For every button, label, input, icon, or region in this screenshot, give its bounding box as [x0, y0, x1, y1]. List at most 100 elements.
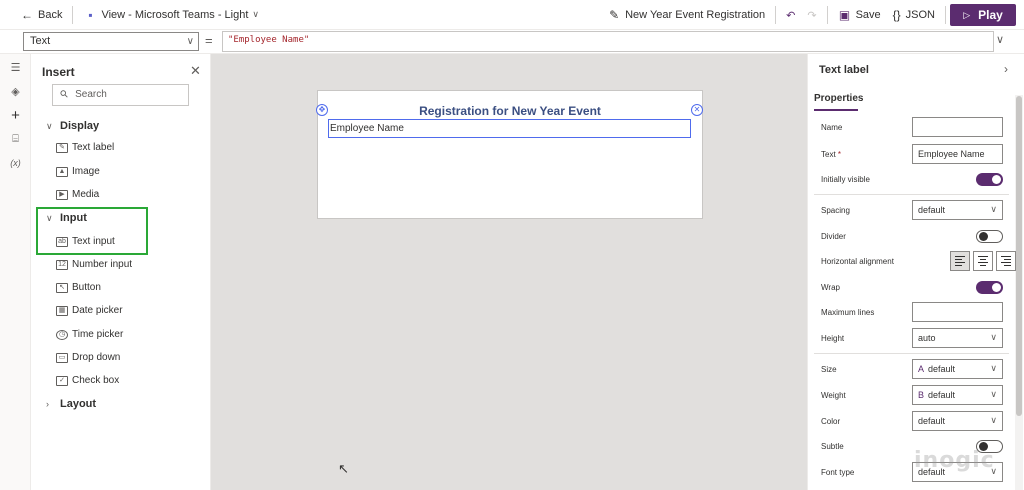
- redo-button[interactable]: ↷: [801, 0, 822, 30]
- color-dropdown[interactable]: default ∨: [912, 411, 1003, 431]
- font-size-icon: A: [918, 364, 925, 374]
- scrollbar-thumb[interactable]: [1016, 96, 1022, 416]
- insert-item-button[interactable]: ↖ Button: [56, 282, 101, 293]
- size-dropdown[interactable]: Adefault ∨: [912, 359, 1003, 379]
- category-layout[interactable]: › Layout: [46, 398, 96, 410]
- height-dropdown[interactable]: auto ∨: [912, 328, 1003, 348]
- insert-item-label: Drop down: [72, 352, 121, 363]
- props-title: Text label: [819, 64, 869, 76]
- spacing-dropdown[interactable]: default ∨: [912, 200, 1003, 220]
- insert-item-label: Check box: [72, 375, 120, 386]
- card-screen[interactable]: Registration for New Year Event Employee…: [317, 90, 703, 219]
- media-icon: ▶: [56, 189, 68, 200]
- category-display[interactable]: ∨ Display: [46, 120, 99, 132]
- prop-row-color: Color default ∨: [821, 411, 1003, 431]
- image-icon: ▲: [56, 166, 68, 177]
- properties-pane: Text label › Properties Name Text * Empl…: [807, 54, 1024, 490]
- data-cylinder-icon[interactable]: ⌸: [0, 127, 31, 151]
- selected-text-label[interactable]: Employee Name: [328, 119, 691, 138]
- close-icon[interactable]: ✕: [190, 63, 201, 79]
- view-theme-label: View - Microsoft Teams - Light: [101, 8, 249, 21]
- json-label: JSON: [905, 9, 935, 21]
- arrow-left-icon: ←: [21, 7, 33, 22]
- required-marker: *: [837, 149, 842, 159]
- insert-pane: Insert ✕ ⚲ Search ∨ Display ✎ Text label…: [31, 54, 211, 490]
- layers-icon[interactable]: ◈: [0, 79, 31, 103]
- name-field[interactable]: [912, 117, 1003, 137]
- scrollbar[interactable]: [1015, 95, 1023, 490]
- menu-icon[interactable]: ☰: [0, 55, 31, 79]
- prop-row-weight: Weight Bdefault ∨: [821, 385, 1003, 405]
- prop-label: Height: [821, 333, 845, 343]
- insert-item-label: Number input: [72, 259, 133, 270]
- category-input[interactable]: ∨ Input: [46, 212, 87, 224]
- insert-item-image[interactable]: ▲ Image: [56, 166, 100, 177]
- color-value: default: [918, 416, 946, 426]
- toolbar-divider: [945, 6, 946, 24]
- redo-icon: ↷: [807, 9, 817, 22]
- insert-item-label: Text label: [72, 142, 115, 153]
- save-button[interactable]: ▣ Save: [832, 0, 887, 30]
- prop-row-divider: Divider: [821, 226, 1003, 246]
- prop-label: Name: [821, 122, 843, 132]
- text-label: Text: [821, 149, 836, 159]
- divider-toggle[interactable]: [976, 230, 1003, 243]
- prop-label: Font type: [821, 467, 855, 477]
- back-button[interactable]: ← Back: [14, 0, 68, 30]
- prop-row-name: Name: [821, 117, 1003, 137]
- prop-label: Wrap: [821, 282, 840, 292]
- card-title[interactable]: Registration for New Year Event: [318, 104, 702, 118]
- prop-label: Size: [821, 364, 837, 374]
- top-bar: ← Back ▪ View - Microsoft Teams - Light …: [0, 0, 1024, 30]
- formula-bar: Text ∨ = "Employee Name" ∨: [0, 30, 1024, 54]
- view-theme-dropdown[interactable]: ▪ View - Microsoft Teams - Light ∨: [77, 0, 265, 30]
- text-input-icon: ab: [56, 236, 68, 247]
- search-input[interactable]: ⚲ Search: [52, 84, 189, 106]
- json-button[interactable]: {} JSON: [887, 0, 941, 30]
- play-icon: ▷: [963, 9, 971, 20]
- insert-item-time-picker[interactable]: ◷ Time picker: [56, 329, 123, 340]
- prop-row-text: Text * Employee Name: [821, 144, 1003, 164]
- property-value: Text: [30, 35, 51, 47]
- align-center-button[interactable]: [973, 251, 993, 271]
- design-canvas[interactable]: Registration for New Year Event Employee…: [211, 54, 807, 490]
- search-placeholder: Search: [75, 89, 107, 100]
- insert-item-text-label[interactable]: ✎ Text label: [56, 142, 114, 153]
- category-label: Layout: [60, 398, 97, 410]
- remove-handle-icon[interactable]: ✕: [691, 104, 703, 116]
- save-icon: ▣: [838, 8, 851, 22]
- chevron-down-icon: ∨: [990, 415, 997, 425]
- play-button[interactable]: ▷ Play: [950, 4, 1016, 26]
- variables-icon[interactable]: (x): [0, 151, 31, 175]
- prop-label: Divider: [821, 231, 846, 241]
- maxlines-field[interactable]: [912, 302, 1003, 322]
- visible-toggle[interactable]: [976, 173, 1003, 186]
- move-handle-icon[interactable]: ✥: [316, 104, 328, 116]
- property-dropdown[interactable]: Text ∨: [23, 32, 199, 51]
- chevron-right-icon[interactable]: ›: [1004, 62, 1008, 76]
- insert-item-check-box[interactable]: ✓ Check box: [56, 375, 119, 386]
- expand-formula-icon[interactable]: ∨: [996, 33, 1004, 46]
- insert-item-number-input[interactable]: 12 Number input: [56, 259, 132, 270]
- wrap-toggle[interactable]: [976, 281, 1003, 294]
- insert-item-media[interactable]: ▶ Media: [56, 189, 99, 200]
- insert-item-date-picker[interactable]: ▦ Date picker: [56, 305, 123, 316]
- category-label: Display: [60, 120, 100, 132]
- align-left-button[interactable]: [950, 251, 970, 271]
- align-right-button[interactable]: [996, 251, 1016, 271]
- text-field[interactable]: Employee Name: [912, 144, 1003, 164]
- prop-label: Text *: [821, 150, 913, 159]
- calendar-icon: ▦: [56, 305, 68, 316]
- weight-dropdown[interactable]: Bdefault ∨: [912, 385, 1003, 405]
- tab-properties[interactable]: Properties: [814, 93, 863, 104]
- formula-input[interactable]: "Employee Name": [222, 31, 994, 52]
- insert-item-text-input[interactable]: ab Text input: [56, 236, 115, 247]
- chevron-down-icon: ∨: [46, 212, 53, 223]
- app-name-button[interactable]: ✎ New Year Event Registration: [601, 0, 771, 30]
- insert-item-drop-down[interactable]: ▭ Drop down: [56, 352, 120, 363]
- pencil-icon: ✎: [609, 8, 620, 22]
- insert-plus-icon[interactable]: +: [0, 103, 31, 127]
- back-label: Back: [38, 8, 63, 21]
- undo-button[interactable]: ↶: [780, 0, 801, 30]
- chevron-down-icon: ∨: [186, 36, 194, 47]
